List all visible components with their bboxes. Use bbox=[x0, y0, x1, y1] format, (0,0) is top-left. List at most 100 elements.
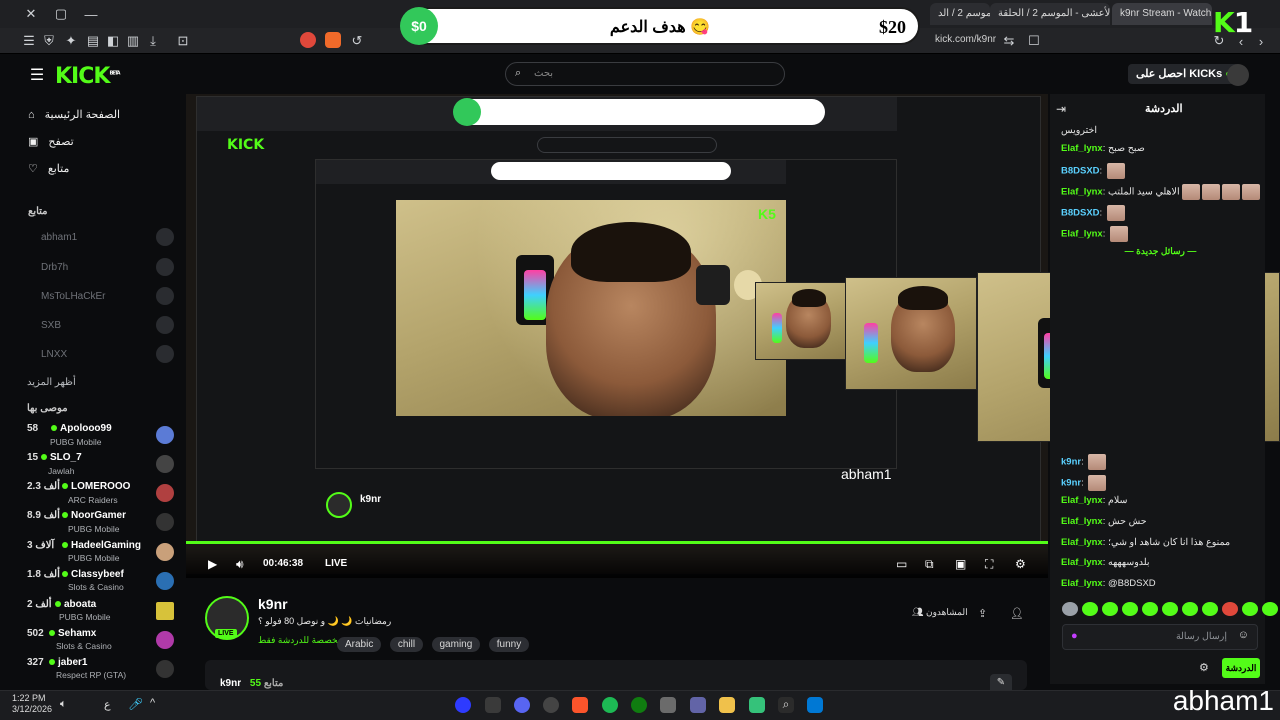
nav-browse[interactable]: ▣ تصفح bbox=[28, 135, 74, 148]
emote-button[interactable] bbox=[1222, 602, 1238, 616]
share-icon[interactable]: ⇆ bbox=[1000, 32, 1018, 50]
menu-icon[interactable]: ☰ bbox=[20, 32, 38, 50]
maximize-window-icon[interactable]: ▢ bbox=[52, 5, 70, 23]
following-item[interactable]: abham1 bbox=[41, 232, 77, 243]
speaker-icon[interactable]: 🔈︎ bbox=[60, 698, 67, 711]
emoji-icon[interactable]: ☺ bbox=[1238, 629, 1249, 641]
following-avatar[interactable] bbox=[156, 316, 174, 334]
nav-home[interactable]: ⌂ الصفحة الرئيسية bbox=[28, 108, 120, 122]
video-progress-bar[interactable] bbox=[186, 541, 1048, 544]
nav-following[interactable]: ♡ متابع bbox=[28, 162, 69, 175]
emote-button[interactable] bbox=[1262, 602, 1278, 616]
kicks-emote-icon[interactable]: ● bbox=[1071, 630, 1078, 642]
following-item[interactable]: LNXX bbox=[41, 349, 67, 360]
emote-button[interactable] bbox=[1062, 602, 1078, 616]
emote-button[interactable] bbox=[1242, 602, 1258, 616]
get-kicks-button[interactable]: احصل على KICKs ● bbox=[1128, 64, 1240, 84]
search-input[interactable]: ⌕ بحث bbox=[505, 62, 785, 86]
start-icon[interactable] bbox=[807, 697, 823, 713]
mic-rgb-glow bbox=[524, 270, 546, 320]
tab-active[interactable]: k9nr Stream - Watch Live on Kick bbox=[1112, 3, 1212, 25]
xbox-icon[interactable] bbox=[631, 697, 647, 713]
taskbar-clock[interactable]: 1:22 PM 3/12/2026 bbox=[12, 693, 52, 715]
emote bbox=[1201, 184, 1220, 200]
hamburger-icon[interactable]: ☰ bbox=[28, 66, 46, 84]
obs-icon[interactable] bbox=[543, 697, 559, 713]
fullscreen-icon[interactable]: ⛶ bbox=[985, 557, 993, 572]
live-badge: LIVE bbox=[215, 629, 237, 638]
brave-shield-icon[interactable] bbox=[300, 32, 316, 48]
kick-logo[interactable]: KICKBETA bbox=[55, 64, 121, 89]
microphone-icon[interactable]: 🎤︎ bbox=[128, 697, 143, 711]
chat-settings-icon[interactable]: ⚙ bbox=[1199, 661, 1209, 674]
tag[interactable]: chill bbox=[389, 637, 424, 652]
following-item[interactable]: MsToLHaCkEr bbox=[41, 291, 105, 302]
brave-icon[interactable] bbox=[572, 697, 588, 713]
viewers-label[interactable]: 👥︎ المشاهدون bbox=[912, 607, 968, 618]
app-icon[interactable] bbox=[485, 697, 501, 713]
new-messages-divider[interactable]: — رسائل جديدة — bbox=[1056, 246, 1265, 257]
url-bar[interactable]: kick.com/k9nr bbox=[935, 34, 996, 45]
tab-2[interactable]: شاهد شارع الأعشى - الموسم 2 / الحلقة bbox=[990, 3, 1110, 25]
following-item[interactable]: Drb7h bbox=[41, 262, 68, 273]
bookmark-icon[interactable]: ☐ bbox=[1025, 32, 1043, 50]
following-avatar[interactable] bbox=[156, 258, 174, 276]
emote-button[interactable] bbox=[1142, 602, 1158, 616]
chat-send-button[interactable]: الدردشة bbox=[1222, 658, 1260, 678]
language-indicator[interactable]: ع bbox=[104, 698, 111, 711]
tag[interactable]: gaming bbox=[431, 637, 481, 652]
show-more-link[interactable]: أظهر المزيد bbox=[27, 377, 76, 388]
widgets-icon[interactable] bbox=[749, 697, 765, 713]
following-item[interactable]: SXB bbox=[41, 320, 61, 331]
play-icon[interactable]: ▶ bbox=[208, 557, 217, 571]
pip-icon[interactable]: ▣ bbox=[955, 557, 966, 571]
discord-icon[interactable] bbox=[514, 697, 530, 713]
emote-button[interactable] bbox=[1122, 602, 1138, 616]
sidebar-icon[interactable]: ◧ bbox=[104, 32, 122, 50]
user-avatar[interactable] bbox=[1227, 64, 1249, 86]
tab-1[interactable]: الموسم 2 / الد bbox=[930, 3, 990, 25]
chat-input[interactable]: إرسال رسالة ● ☺ bbox=[1062, 624, 1258, 650]
follow-icon[interactable]: 👤︎ bbox=[1010, 607, 1024, 620]
collapse-chat-icon[interactable]: ⇥ bbox=[1056, 102, 1066, 116]
search-icon[interactable]: ⌕ bbox=[778, 697, 794, 713]
file-explorer-icon[interactable] bbox=[719, 697, 735, 713]
emote-button[interactable] bbox=[1182, 602, 1198, 616]
live-dot-icon bbox=[51, 425, 57, 431]
clip-icon[interactable]: ⧉ bbox=[925, 557, 934, 572]
minimize-window-icon[interactable]: — bbox=[82, 5, 100, 23]
cortana-icon[interactable] bbox=[455, 697, 471, 713]
close-window-icon[interactable]: ✕ bbox=[22, 5, 40, 23]
emote bbox=[1181, 184, 1200, 200]
video-time: 00:46:38 bbox=[263, 558, 304, 569]
tabs-icon[interactable]: ▤ bbox=[84, 32, 102, 50]
recommended-avatar bbox=[156, 455, 174, 473]
following-avatar[interactable] bbox=[156, 228, 174, 246]
brave-rewards-icon[interactable] bbox=[325, 32, 341, 48]
teams-icon[interactable] bbox=[690, 697, 706, 713]
download-icon[interactable]: ⤓ bbox=[144, 32, 162, 50]
following-avatar[interactable] bbox=[156, 345, 174, 363]
tray-chevron-icon[interactable]: ^ bbox=[150, 697, 155, 709]
volume-icon[interactable]: 🔊︎ bbox=[236, 557, 244, 572]
shield-icon[interactable]: ⛨ bbox=[40, 32, 58, 50]
theater-mode-icon[interactable]: ▭ bbox=[896, 557, 907, 571]
share-icon[interactable]: ⇪ bbox=[978, 607, 987, 620]
stream-category[interactable]: مخصصة للدردشة فقط bbox=[258, 635, 343, 646]
bookmark-list-icon[interactable]: ▥ bbox=[124, 32, 142, 50]
emote-button[interactable] bbox=[1162, 602, 1178, 616]
back-icon[interactable]: ↺ bbox=[348, 32, 366, 50]
extension-icon[interactable]: ✦ bbox=[62, 32, 80, 50]
screenshot-icon[interactable]: ⊡ bbox=[174, 32, 192, 50]
emote-button[interactable] bbox=[1102, 602, 1118, 616]
browse-icon: ▣ bbox=[28, 136, 39, 148]
settings-icon[interactable]: ⚙ bbox=[1015, 557, 1026, 571]
tag[interactable]: Arabic bbox=[337, 637, 382, 652]
emote-button[interactable] bbox=[1202, 602, 1218, 616]
tag[interactable]: funny bbox=[488, 637, 530, 652]
emote-button[interactable] bbox=[1082, 602, 1098, 616]
spotify-icon[interactable] bbox=[602, 697, 618, 713]
following-avatar[interactable] bbox=[156, 287, 174, 305]
calculator-icon[interactable] bbox=[660, 697, 676, 713]
streamer-name[interactable]: k9nr bbox=[258, 596, 288, 612]
